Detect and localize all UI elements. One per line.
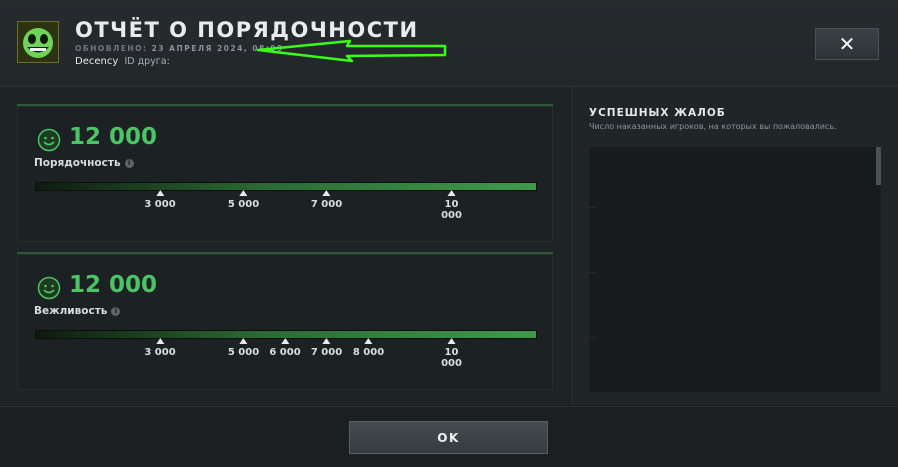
tick-label: 8 000 <box>352 347 385 358</box>
scrollbar[interactable] <box>876 147 881 185</box>
smiley-icon <box>37 276 61 300</box>
bar-tick-marker: 3 000 <box>144 190 176 210</box>
bar-tick-marker: 8 000 <box>353 338 384 358</box>
tick-triangle-icon <box>280 338 289 344</box>
bar-tick-marker: 6 000 <box>269 338 301 358</box>
tick-label: 7 000 <box>310 199 343 210</box>
tick-triangle-icon <box>322 190 331 196</box>
metric-label: Порядочность <box>34 157 121 169</box>
reports-panel: УСПЕШНЫХ ЖАЛОБ Число наказанных игроков,… <box>571 87 898 405</box>
row-divider <box>589 337 595 338</box>
reports-list[interactable] <box>589 147 881 392</box>
updated-label: ОБНОВЛЕНО: <box>75 44 148 53</box>
tick-label: 7 000 <box>310 347 343 358</box>
reports-title: УСПЕШНЫХ ЖАЛОБ <box>589 107 726 119</box>
close-icon: ✕ <box>838 32 856 56</box>
close-button[interactable]: ✕ <box>815 28 879 60</box>
tick-triangle-icon <box>155 190 164 196</box>
info-icon[interactable]: i <box>111 307 121 316</box>
tick-triangle-icon <box>322 338 331 344</box>
tick-label: 5 000 <box>227 347 260 358</box>
conduct-label: Порядочность i <box>34 157 134 169</box>
bar-tick-marker: 5 000 <box>228 338 259 358</box>
bar-tick-marker: 10 000 <box>441 190 462 221</box>
tick-triangle-icon <box>239 338 248 344</box>
tick-label: 10 000 <box>441 199 462 221</box>
conduct-card: 12 000 Порядочность i 3 000 5 000 7 000 10 0… <box>17 104 553 242</box>
report-header: ОТЧЁТ О ПОРЯДОЧНОСТИ ОБНОВЛЕНО: 23 АПРЕЛ… <box>0 0 898 87</box>
tick-triangle-icon <box>155 338 164 344</box>
tick-triangle-icon <box>447 190 456 196</box>
behavior-card: 12 000 Вежливость i 3 000 5 000 6 000 7 000 8… <box>17 252 553 390</box>
tick-label: 10 000 <box>441 347 462 369</box>
bar-tick-marker: 7 000 <box>311 190 342 210</box>
metric-label: Вежливость <box>34 305 108 317</box>
avatar <box>17 21 59 63</box>
player-name: Decency <box>75 56 119 67</box>
tick-label: 3 000 <box>144 347 176 358</box>
ok-button[interactable]: OK <box>349 421 548 454</box>
bar-tick-marker: 7 000 <box>311 338 342 358</box>
smiley-icon <box>37 128 61 152</box>
arrow-annotation-icon <box>256 39 447 63</box>
row-divider <box>589 272 595 273</box>
player-info: Decency ID друга: <box>75 56 170 67</box>
tick-triangle-icon <box>239 190 248 196</box>
behavior-score: 12 000 <box>69 272 158 298</box>
tick-label: 5 000 <box>227 199 260 210</box>
friend-id-label: ID друга: <box>124 56 170 67</box>
avatar-icon <box>18 22 58 62</box>
reports-subtitle: Число наказанных игроков, на которых вы … <box>589 122 837 131</box>
behavior-label: Вежливость i <box>34 305 121 317</box>
updated-timestamp: ОБНОВЛЕНО: 23 АПРЕЛЯ 2024, 08:09 <box>75 44 284 53</box>
tick-triangle-icon <box>364 338 373 344</box>
bar-tick-marker: 10 000 <box>441 338 462 369</box>
info-icon[interactable]: i <box>124 159 134 168</box>
bar-tick-marker: 5 000 <box>228 190 259 210</box>
tick-triangle-icon <box>447 338 456 344</box>
conduct-score: 12 000 <box>69 124 158 150</box>
tick-label: 6 000 <box>269 347 301 358</box>
footer: OK <box>0 406 898 467</box>
row-divider <box>589 207 595 208</box>
tick-label: 3 000 <box>144 199 176 210</box>
bar-tick-marker: 3 000 <box>144 338 176 358</box>
